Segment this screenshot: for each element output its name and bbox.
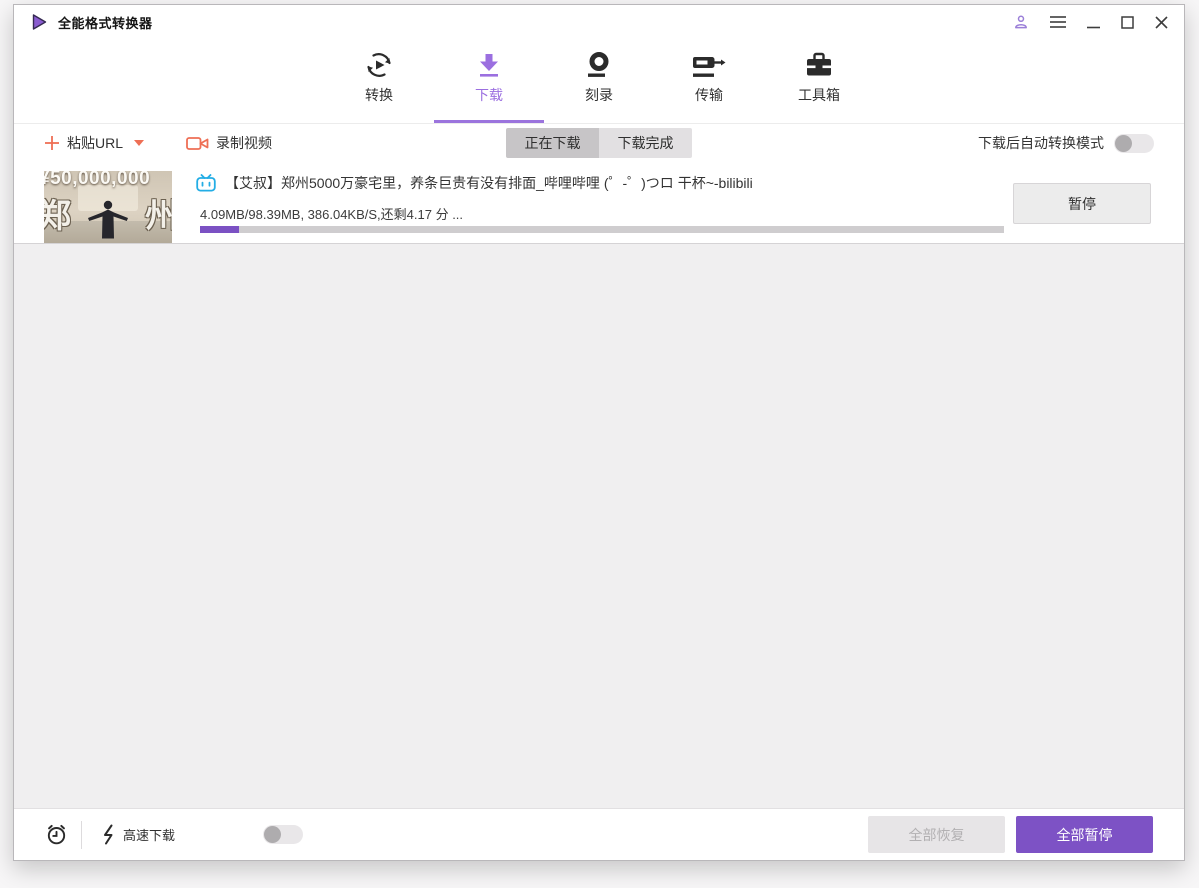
menu-icon[interactable] [1050,16,1066,28]
minimize-button[interactable] [1087,16,1100,29]
app-window: 全能格式转换器 转换 下载 刻录 传输 工具箱 粘贴URL 录制视频 正在下载 … [13,4,1185,861]
high-speed-toggle[interactable] [263,825,304,844]
lightning-icon [102,824,115,845]
tab-download-label: 下载 [475,87,503,103]
tab-toolbox[interactable]: 工具箱 [764,39,874,123]
tab-downloading[interactable]: 正在下载 [506,128,599,158]
record-video-label: 录制视频 [216,135,273,151]
download-toolbar: 粘贴URL 录制视频 正在下载 下载完成 下载后自动转换模式 [14,123,1184,162]
tab-burn-label: 刻录 [585,87,613,103]
app-logo-icon [30,13,48,31]
divider [81,820,82,849]
tab-convert-label: 转换 [365,87,393,103]
auto-convert-label: 下载后自动转换模式 [978,135,1104,151]
convert-icon [363,47,395,83]
camcorder-icon [186,135,209,152]
thumbnail-price-text: ¥50,000,000 [44,171,151,189]
pause-all-button[interactable]: 全部暂停 [1016,816,1153,853]
video-title: 【艾叔】郑州5000万豪宅里，养条巨贵有没有排面_哔哩哔哩 (゜-゜)つロ 干杯… [225,175,753,191]
high-speed-label: 高速下载 [123,828,176,843]
video-thumbnail: ¥50,000,000 郑 州 [44,171,172,243]
footer-bar: 高速下载 全部恢复 全部暂停 [14,808,1184,860]
transfer-icon [692,47,726,83]
record-video-button[interactable]: 录制视频 [186,133,272,153]
download-filter-tabs: 正在下载 下载完成 [506,128,692,158]
titlebar: 全能格式转换器 [14,5,1184,39]
toggle-knob [264,826,282,843]
tab-transfer-label: 传输 [695,87,723,103]
toolbox-icon [803,47,835,83]
download-status-text: 4.09MB/98.39MB, 386.04KB/S,还剩4.17 分 ... [200,207,464,222]
tab-download[interactable]: 下载 [434,39,544,123]
progress-bar [200,226,1004,233]
tab-convert[interactable]: 转换 [324,39,434,123]
tab-burn[interactable]: 刻录 [544,39,654,123]
thumbnail-char-left: 郑 [44,197,71,234]
maximize-button[interactable] [1121,15,1134,29]
download-item-row[interactable]: ¥50,000,000 郑 州 【艾叔】郑州5000万豪宅里，养条巨贵有没有排面… [14,162,1184,244]
download-list-area [14,244,1184,808]
bilibili-icon [196,174,216,192]
main-nav: 转换 下载 刻录 传输 工具箱 [14,39,1184,123]
chevron-down-icon[interactable] [134,140,145,146]
toggle-knob [1115,134,1132,152]
tab-download-complete[interactable]: 下载完成 [599,128,692,158]
resume-all-button[interactable]: 全部恢复 [868,816,1005,853]
schedule-clock-icon[interactable] [45,823,68,846]
download-icon [474,47,504,83]
progress-bar-fill [200,226,239,233]
paste-url-button[interactable]: 粘贴URL [44,133,145,153]
burn-icon [584,47,614,83]
person-silhouette [81,199,135,239]
account-icon[interactable] [1013,14,1029,30]
tab-toolbox-label: 工具箱 [798,87,840,103]
close-button[interactable] [1155,15,1168,29]
tab-transfer[interactable]: 传输 [654,39,764,123]
app-title: 全能格式转换器 [58,15,153,31]
thumbnail-char-right: 州 [145,197,172,234]
auto-convert-toggle[interactable] [1114,133,1154,153]
pause-button[interactable]: 暂停 [1013,183,1151,224]
plus-icon [44,135,60,151]
paste-url-label: 粘贴URL [67,135,124,151]
